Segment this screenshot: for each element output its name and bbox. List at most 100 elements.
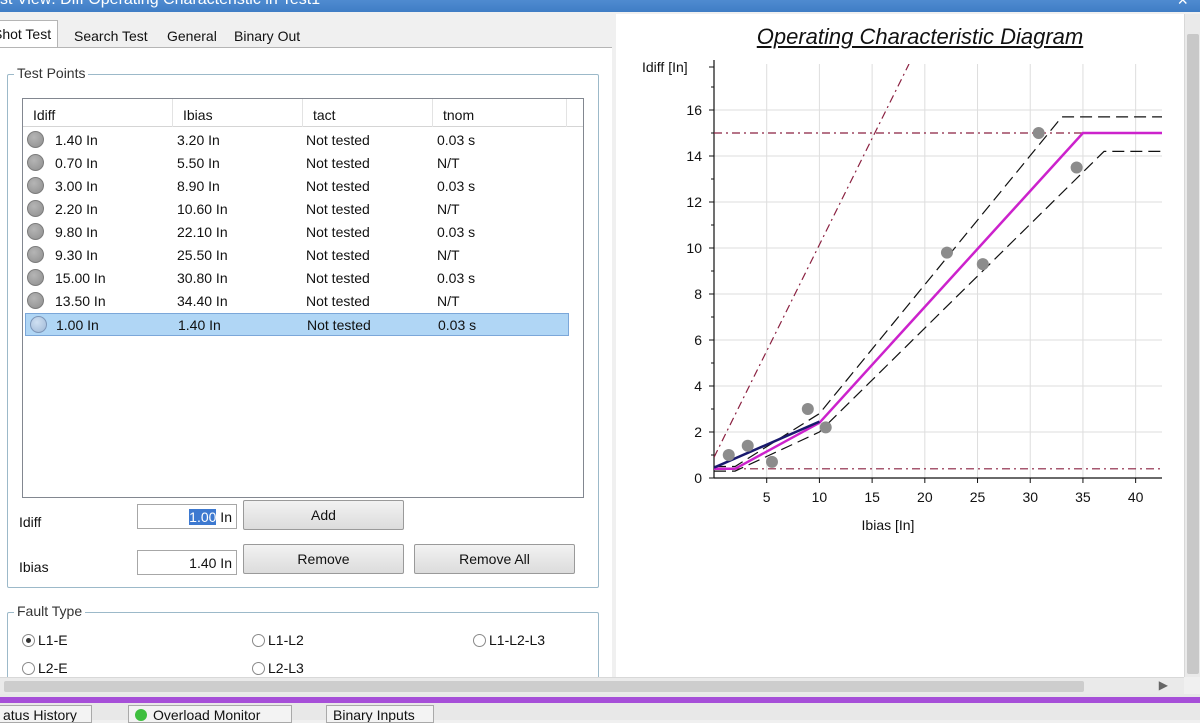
cell-tnom: N/T — [437, 247, 460, 263]
idiff-input[interactable]: 1.00 In — [137, 504, 237, 529]
operating-characteristic-chart[interactable]: 0 2 4 6 8 10 12 14 16 5 10 15 20 25 30 35 40 Idiff [In] Ib… — [616, 54, 1184, 614]
column-header-idiff[interactable]: Idiff — [23, 99, 173, 127]
radio-l1-l2-l3-circle — [473, 634, 486, 647]
test-points-legend: Test Points — [14, 65, 89, 81]
radio-l2-l3-label: L2-L3 — [268, 660, 304, 676]
radio-l2-l3[interactable]: L2-L3 — [252, 660, 304, 676]
ibias-input[interactable]: 1.40 In — [137, 550, 237, 575]
cell-idiff: 13.50 In — [55, 293, 106, 309]
status-tab-overload-label: Overload Monitor — [153, 707, 261, 723]
tab-shot-test[interactable]: Shot Test — [0, 20, 59, 49]
cell-tact: Not tested — [306, 178, 370, 194]
horizontal-scrollbar[interactable]: ▶ — [0, 677, 1184, 694]
cell-tnom: N/T — [437, 293, 460, 309]
trip-line — [714, 64, 910, 458]
radio-l1-l2-circle — [252, 634, 265, 647]
radio-l2-l3-circle — [252, 662, 265, 675]
test-point-status-icon — [30, 316, 47, 333]
radio-l2-e-circle — [22, 662, 35, 675]
cell-idiff: 15.00 In — [55, 270, 106, 286]
table-row[interactable]: 15.00 In 30.80 In Not tested 0.03 s — [23, 267, 569, 290]
y-tick-label: 10 — [686, 240, 702, 256]
shot-test-panel: Test Points Idiff Ibias tact tnom 1.40 I… — [0, 47, 612, 692]
y-tick-label: 14 — [686, 148, 702, 164]
column-header-tnom[interactable]: tnom — [433, 99, 567, 127]
test-point-status-icon — [27, 269, 44, 286]
y-axis-label: Idiff [In] — [642, 59, 688, 75]
radio-l2-e[interactable]: L2-E — [22, 660, 68, 676]
status-tab-history[interactable]: atus History — [0, 705, 92, 723]
window-titlebar: st View: Diff Operating Characteristic i… — [0, 0, 1200, 12]
table-row[interactable]: 1.00 In 1.40 In Not tested 0.03 s — [25, 313, 569, 336]
vertical-scroll-thumb[interactable] — [1187, 34, 1199, 674]
remove-button[interactable]: Remove — [243, 544, 404, 574]
test-point-marker — [976, 258, 989, 271]
table-row[interactable]: 9.30 In 25.50 In Not tested N/T — [23, 244, 569, 267]
scroll-right-icon[interactable]: ▶ — [1159, 678, 1168, 692]
radio-l1-l2[interactable]: L1-L2 — [252, 632, 304, 648]
test-point-status-icon — [27, 292, 44, 309]
tab-binary-out[interactable]: Binary Out — [228, 23, 306, 48]
cell-tnom: 0.03 s — [438, 317, 477, 333]
column-header-tact[interactable]: tact — [303, 99, 433, 127]
add-button[interactable]: Add — [243, 500, 404, 530]
list-header: Idiff Ibias tact tnom — [23, 99, 583, 127]
cell-tact: Not tested — [306, 201, 370, 217]
status-tab-binary-inputs-label: Binary Inputs — [333, 707, 415, 723]
cell-idiff: 9.30 In — [55, 247, 98, 263]
table-row[interactable]: 3.00 In 8.90 In Not tested 0.03 s — [23, 175, 569, 198]
table-row[interactable]: 13.50 In 34.40 In Not tested N/T — [23, 290, 569, 313]
y-tick-label: 4 — [694, 378, 702, 394]
remove-all-button[interactable]: Remove All — [414, 544, 575, 574]
window-title: st View: Diff Operating Characteristic i… — [0, 0, 320, 9]
tab-search-test[interactable]: Search Test — [68, 23, 154, 48]
test-point-marker — [722, 449, 735, 461]
cell-tnom: N/T — [437, 155, 460, 171]
test-point-marker — [940, 246, 953, 259]
x-tick-label: 5 — [763, 489, 771, 505]
vertical-scrollbar[interactable] — [1184, 14, 1200, 677]
close-icon[interactable]: × — [1177, 0, 1188, 11]
cell-ibias: 30.80 In — [177, 270, 228, 286]
cell-ibias: 34.40 In — [177, 293, 228, 309]
y-tick-label: 8 — [694, 286, 702, 302]
cell-ibias: 3.20 In — [177, 132, 220, 148]
horizontal-scroll-thumb[interactable] — [4, 681, 1084, 692]
table-row[interactable]: 0.70 In 5.50 In Not tested N/T — [23, 152, 569, 175]
test-point-status-icon — [27, 177, 44, 194]
radio-l1-l2-l3[interactable]: L1-L2-L3 — [473, 632, 545, 648]
table-row[interactable]: 2.20 In 10.60 In Not tested N/T — [23, 198, 569, 221]
radio-l1-e[interactable]: L1-E — [22, 632, 68, 648]
x-axis-label: Ibias [In] — [862, 517, 915, 533]
tolerance-lower-line — [714, 150, 1162, 472]
operating-characteristic-panel: Operating Characteristic Diagram 0 2 4 6 8 10… — [616, 14, 1184, 677]
cell-idiff: 3.00 In — [55, 178, 98, 194]
status-tab-overload-monitor[interactable]: Overload Monitor — [128, 705, 292, 723]
y-tick-label: 12 — [686, 194, 702, 210]
y-tick-label: 0 — [694, 470, 702, 486]
cell-idiff: 0.70 In — [55, 155, 98, 171]
test-point-marker — [1032, 127, 1045, 139]
idiff-label: Idiff — [19, 514, 42, 530]
cell-tact: Not tested — [306, 270, 370, 286]
cell-ibias: 25.50 In — [177, 247, 228, 263]
chart-title: Operating Characteristic Diagram — [756, 24, 1084, 49]
cell-tact: Not tested — [306, 132, 370, 148]
test-points-list[interactable]: Idiff Ibias tact tnom 1.40 In 3.20 In Not … — [22, 98, 584, 498]
radio-l1-e-circle — [22, 634, 35, 647]
ibias-label: Ibias — [19, 559, 49, 575]
cell-tact: Not tested — [306, 224, 370, 240]
x-tick-label: 15 — [864, 489, 880, 505]
tab-general[interactable]: General — [161, 23, 223, 48]
cell-ibias: 1.40 In — [178, 317, 221, 333]
table-row[interactable]: 9.80 In 22.10 In Not tested 0.03 s — [23, 221, 569, 244]
cell-idiff: 9.80 In — [55, 224, 98, 240]
cell-tact: Not tested — [306, 247, 370, 263]
status-tab-binary-inputs[interactable]: Binary Inputs — [326, 705, 434, 723]
cell-idiff: 1.40 In — [55, 132, 98, 148]
cell-idiff: 2.20 In — [55, 201, 98, 217]
column-header-ibias[interactable]: Ibias — [173, 99, 303, 127]
table-row[interactable]: 1.40 In 3.20 In Not tested 0.03 s — [23, 129, 569, 152]
idiff-input-unit: In — [216, 509, 232, 525]
x-tick-label: 25 — [970, 489, 986, 505]
